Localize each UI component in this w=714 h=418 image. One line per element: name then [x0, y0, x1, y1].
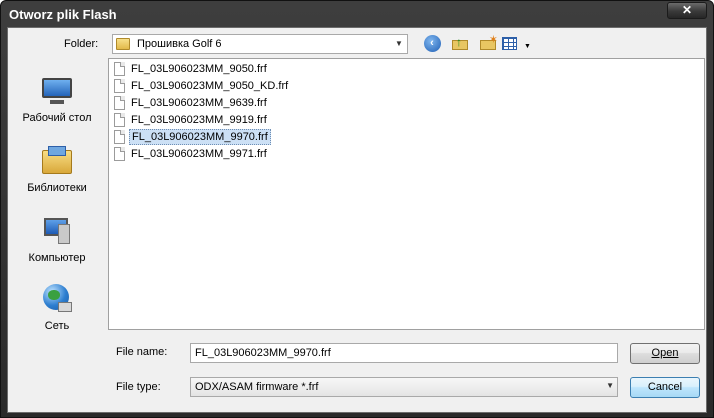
chevron-down-icon[interactable]: ▼: [606, 381, 614, 390]
file-type-value: ODX/ASAM firmware *.frf: [195, 381, 319, 393]
list-item[interactable]: FL_03L906023MM_9050.frf: [114, 61, 269, 77]
folder-icon: [116, 38, 130, 50]
views-menu-button[interactable]: ▼: [502, 33, 532, 53]
cancel-button-label: Cancel: [647, 381, 683, 393]
libraries-icon: [40, 144, 74, 178]
file-name: FL_03L906023MM_9050_KD.frf: [131, 80, 289, 92]
open-button[interactable]: Open: [630, 343, 700, 364]
file-name: FL_03L906023MM_9639.frf: [131, 97, 267, 109]
place-label: Сеть: [44, 320, 70, 332]
file-list[interactable]: FL_03L906023MM_9050.frf FL_03L906023MM_9…: [108, 58, 705, 330]
dialog-body: Folder: Прошивка Golf 6 ▼ ‹ ↑ ✶ ▼ Рабочи…: [7, 27, 707, 413]
back-button[interactable]: ‹: [422, 33, 442, 53]
list-item[interactable]: FL_03L906023MM_9639.frf: [114, 95, 269, 111]
views-menu-icon: [502, 36, 517, 50]
list-item-selected[interactable]: FL_03L906023MM_9970.frf: [114, 129, 271, 145]
file-name-input[interactable]: [190, 343, 618, 363]
desktop-icon: [40, 74, 74, 108]
window-title: Otworz plik Flash: [9, 7, 117, 22]
open-file-dialog: Otworz plik Flash ✕ Folder: Прошивка Gol…: [0, 0, 714, 418]
network-icon: [40, 282, 74, 316]
new-folder-icon: ✶: [480, 34, 498, 50]
chevron-down-icon[interactable]: ▼: [391, 35, 407, 53]
up-folder-icon: ↑: [452, 35, 468, 50]
file-icon: [114, 96, 125, 110]
up-folder-button[interactable]: ↑: [450, 33, 470, 53]
file-icon: [114, 113, 125, 127]
dropdown-arrow-icon: ▼: [524, 43, 531, 50]
file-name: FL_03L906023MM_9919.frf: [131, 114, 267, 126]
list-item[interactable]: FL_03L906023MM_9971.frf: [114, 146, 269, 162]
list-item[interactable]: FL_03L906023MM_9050_KD.frf: [114, 78, 290, 94]
cancel-button[interactable]: Cancel: [630, 377, 700, 398]
place-label: Компьютер: [28, 252, 86, 264]
folder-dropdown[interactable]: Прошивка Golf 6 ▼: [112, 34, 408, 54]
file-name: FL_03L906023MM_9050.frf: [131, 63, 267, 75]
file-name: FL_03L906023MM_9971.frf: [131, 148, 267, 160]
file-type-dropdown[interactable]: ODX/ASAM firmware *.frf ▼: [190, 377, 618, 397]
close-icon: ✕: [681, 3, 693, 17]
place-network[interactable]: Сеть: [8, 274, 106, 342]
close-button[interactable]: ✕: [667, 2, 707, 19]
folder-dropdown-value: Прошивка Golf 6: [137, 38, 222, 50]
place-computer[interactable]: Компьютер: [8, 206, 106, 274]
place-libraries[interactable]: Библиотеки: [8, 136, 106, 204]
file-name: FL_03L906023MM_9970.frf: [129, 129, 271, 145]
file-icon: [114, 79, 125, 93]
new-folder-button[interactable]: ✶: [478, 33, 498, 53]
file-name-label: File name:: [116, 346, 168, 358]
file-icon: [114, 62, 125, 76]
folder-label: Folder:: [64, 38, 99, 50]
back-icon: ‹: [423, 34, 441, 52]
file-icon: [114, 147, 125, 161]
list-item[interactable]: FL_03L906023MM_9919.frf: [114, 112, 269, 128]
computer-icon: [40, 214, 74, 248]
file-icon: [114, 130, 125, 144]
place-desktop[interactable]: Рабочий стол: [8, 66, 106, 134]
open-button-label: Open: [651, 347, 679, 359]
file-type-label: File type:: [116, 381, 161, 393]
places-bar: Рабочий стол Библиотеки Компьютер Сеть: [8, 58, 106, 332]
place-label: Библиотеки: [27, 182, 87, 194]
place-label: Рабочий стол: [22, 112, 92, 124]
